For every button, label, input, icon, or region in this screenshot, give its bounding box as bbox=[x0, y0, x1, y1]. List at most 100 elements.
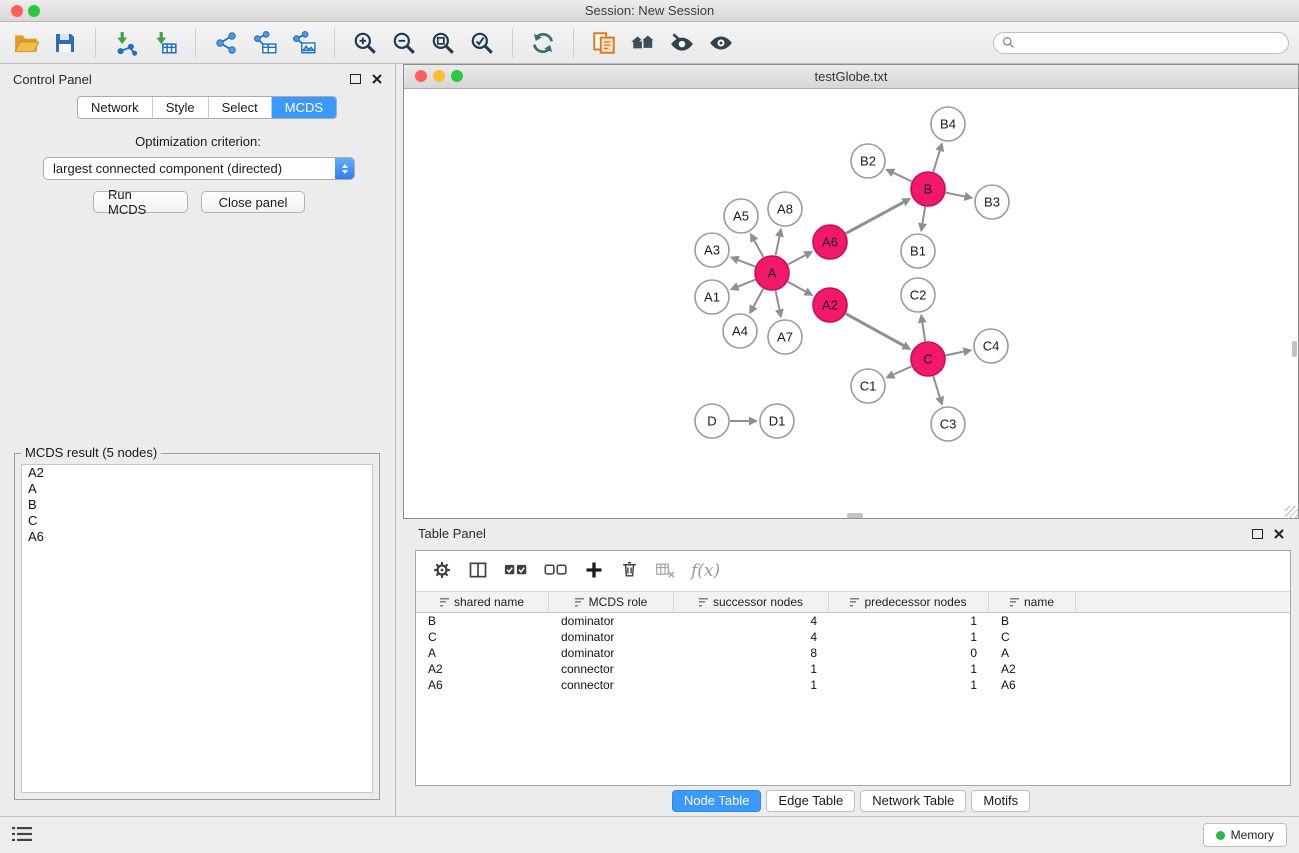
table-cell[interactable]: 1 bbox=[829, 630, 989, 644]
new-network-icon[interactable] bbox=[210, 27, 242, 59]
graph-node-D[interactable]: D bbox=[695, 404, 729, 438]
network-table-icon[interactable] bbox=[249, 27, 281, 59]
graph-edge-B-B1[interactable] bbox=[922, 207, 925, 224]
zoom-out-icon[interactable] bbox=[388, 27, 420, 59]
tab-node-table[interactable]: Node Table bbox=[672, 790, 762, 812]
table-cell[interactable]: A6 bbox=[989, 678, 1076, 692]
table-cell[interactable]: A bbox=[989, 646, 1076, 660]
import-table-icon[interactable] bbox=[149, 27, 181, 59]
graph-node-A2[interactable]: A2 bbox=[813, 288, 847, 322]
graph-edge-A-A2[interactable] bbox=[788, 282, 806, 292]
graph-node-A1[interactable]: A1 bbox=[695, 280, 729, 314]
graph-edge-A-A3[interactable] bbox=[738, 260, 755, 267]
tab-motifs[interactable]: Motifs bbox=[971, 790, 1030, 812]
tab-style[interactable]: Style bbox=[153, 97, 209, 118]
search-box[interactable] bbox=[993, 32, 1289, 54]
window-titlebar[interactable]: Session: New Session bbox=[0, 0, 1299, 22]
eye-icon[interactable] bbox=[705, 27, 737, 59]
memory-button[interactable]: Memory bbox=[1203, 823, 1287, 847]
graph-node-B3[interactable]: B3 bbox=[975, 185, 1009, 219]
import-network-icon[interactable] bbox=[110, 27, 142, 59]
table-cell[interactable]: A2 bbox=[989, 662, 1076, 676]
mcds-result-item[interactable]: B bbox=[22, 497, 372, 513]
network-close-button[interactable] bbox=[415, 70, 427, 82]
graph-edge-C-C3[interactable] bbox=[933, 376, 939, 397]
table-cell[interactable]: 1 bbox=[829, 662, 989, 676]
table-cell[interactable]: A bbox=[416, 646, 549, 660]
graph-edge-A-A6[interactable] bbox=[788, 255, 805, 264]
graph-node-B[interactable]: B bbox=[911, 172, 945, 206]
table-cell[interactable]: 4 bbox=[674, 630, 829, 644]
table-row[interactable]: A6connector11A6 bbox=[416, 677, 1290, 693]
mcds-result-item[interactable]: A6 bbox=[22, 529, 372, 545]
graph-node-A7[interactable]: A7 bbox=[768, 320, 802, 354]
graph-edge-C-C4[interactable] bbox=[946, 352, 964, 356]
table-cell[interactable]: connector bbox=[549, 678, 674, 692]
graph-edge-A-A4[interactable] bbox=[754, 289, 764, 307]
zoom-fit-icon[interactable] bbox=[427, 27, 459, 59]
graph-node-C2[interactable]: C2 bbox=[901, 278, 935, 312]
graph-node-A8[interactable]: A8 bbox=[768, 192, 802, 226]
graph-edge-A-A7[interactable] bbox=[776, 291, 780, 310]
table-cell[interactable]: 1 bbox=[674, 678, 829, 692]
mcds-result-item[interactable]: A2 bbox=[22, 465, 372, 481]
graph-node-A[interactable]: A bbox=[755, 256, 789, 290]
table-row[interactable]: A2connector11A2 bbox=[416, 661, 1290, 677]
search-input[interactable] bbox=[1020, 35, 1280, 51]
vertical-scrollbar[interactable] bbox=[1292, 341, 1297, 357]
graph-node-B1[interactable]: B1 bbox=[901, 234, 935, 268]
mcds-result-item[interactable]: C bbox=[22, 513, 372, 529]
graph-node-C1[interactable]: C1 bbox=[851, 369, 885, 403]
delete-column-icon[interactable] bbox=[620, 560, 639, 582]
network-image-icon[interactable] bbox=[288, 27, 320, 59]
table-cell[interactable]: 0 bbox=[829, 646, 989, 660]
table-cell[interactable]: connector bbox=[549, 662, 674, 676]
save-session-icon[interactable] bbox=[49, 27, 81, 59]
table-cell[interactable]: B bbox=[989, 614, 1076, 628]
graph-node-B4[interactable]: B4 bbox=[931, 107, 965, 141]
copy-documents-icon[interactable] bbox=[588, 27, 620, 59]
function-builder-icon[interactable]: f(x) bbox=[691, 561, 720, 581]
table-cell[interactable]: dominator bbox=[549, 614, 674, 628]
tab-network-table[interactable]: Network Table bbox=[860, 790, 966, 812]
graph-edge-B-B2[interactable] bbox=[893, 173, 911, 182]
unselect-all-icon[interactable] bbox=[544, 561, 568, 582]
table-cell[interactable]: 4 bbox=[674, 614, 829, 628]
columns-icon[interactable] bbox=[468, 560, 488, 583]
zoom-selected-icon[interactable] bbox=[466, 27, 498, 59]
close-panel-icon[interactable] bbox=[372, 74, 382, 84]
graph-edge-A6-B[interactable] bbox=[846, 202, 904, 233]
graph-node-D1[interactable]: D1 bbox=[760, 404, 794, 438]
criterion-dropdown[interactable]: largest connected component (directed) bbox=[43, 157, 355, 180]
resize-grip[interactable] bbox=[1285, 506, 1298, 519]
tab-select[interactable]: Select bbox=[209, 97, 272, 118]
graph-edge-A-A5[interactable] bbox=[754, 241, 763, 258]
table-row[interactable]: Cdominator41C bbox=[416, 629, 1290, 645]
column-header-MCDS-role[interactable]: MCDS role bbox=[549, 592, 674, 612]
table-cell[interactable]: C bbox=[989, 630, 1076, 644]
traffic-light-close[interactable] bbox=[11, 5, 23, 17]
select-all-icon[interactable] bbox=[504, 561, 528, 582]
graph-node-C[interactable]: C bbox=[911, 342, 945, 376]
graph-edge-A-A1[interactable] bbox=[738, 280, 755, 287]
table-cell[interactable]: B bbox=[416, 614, 549, 628]
network-graph[interactable]: B4B2BB3A5A8A6B1A3AA1A2C2A4A7CC4C1C3DD1 bbox=[404, 89, 1298, 519]
table-cell[interactable]: 1 bbox=[829, 678, 989, 692]
add-column-icon[interactable] bbox=[584, 560, 604, 583]
run-mcds-button[interactable]: Run MCDS bbox=[93, 191, 188, 213]
task-history-icon[interactable] bbox=[12, 826, 32, 845]
table-cell[interactable]: A6 bbox=[416, 678, 549, 692]
close-panel-button[interactable]: Close panel bbox=[201, 191, 305, 213]
home-icon[interactable] bbox=[627, 27, 659, 59]
open-session-icon[interactable] bbox=[10, 27, 42, 59]
table-cell[interactable]: dominator bbox=[549, 630, 674, 644]
graph-node-C3[interactable]: C3 bbox=[931, 407, 965, 441]
graph-node-A3[interactable]: A3 bbox=[695, 233, 729, 267]
horizontal-scrollbar[interactable] bbox=[847, 513, 863, 518]
tab-network[interactable]: Network bbox=[78, 97, 153, 118]
float-panel-icon[interactable] bbox=[1252, 529, 1263, 539]
network-minimize-button[interactable] bbox=[433, 70, 445, 82]
tab-mcds[interactable]: MCDS bbox=[272, 97, 336, 118]
delete-table-icon[interactable] bbox=[655, 560, 675, 583]
graph-edge-B-B4[interactable] bbox=[933, 151, 939, 172]
